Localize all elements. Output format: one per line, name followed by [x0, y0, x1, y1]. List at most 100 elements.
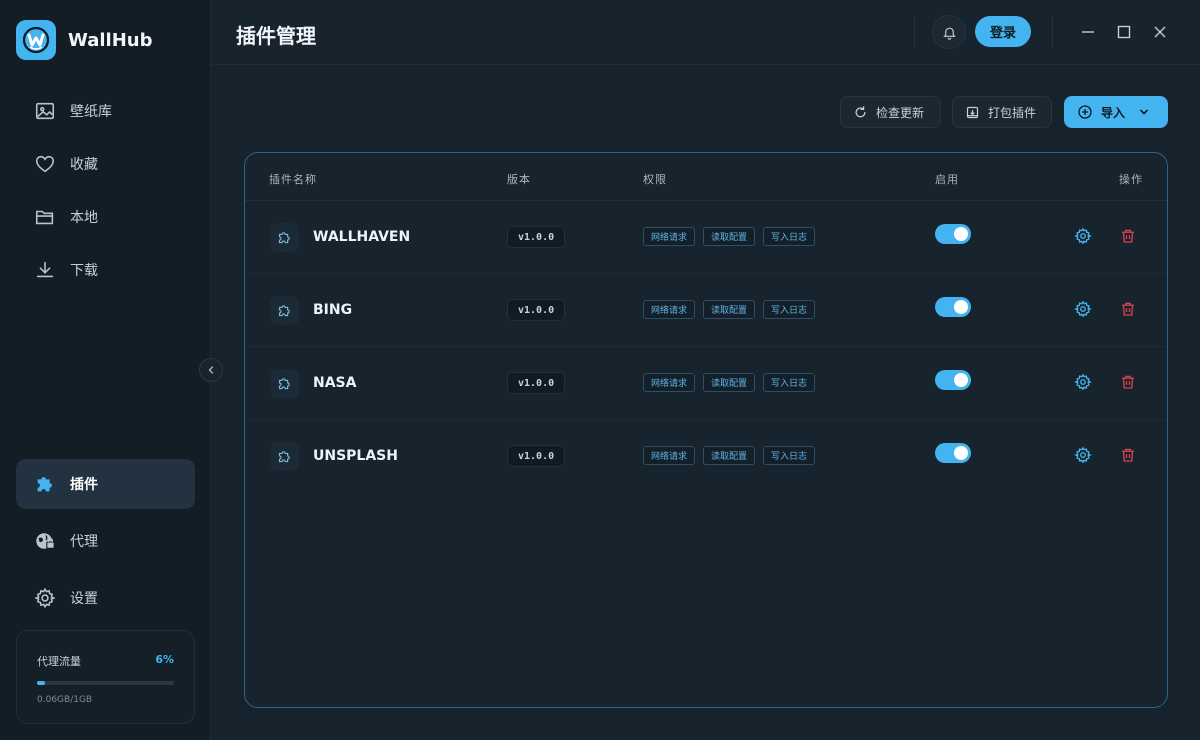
sidebar-item-wallpapers[interactable]: 壁纸库	[16, 86, 195, 136]
sidebar-item-label: 收藏	[70, 157, 98, 173]
permission-tag: 网络请求	[643, 300, 696, 319]
download-icon	[36, 261, 54, 278]
permission-tag: 写入日志	[763, 227, 816, 246]
sidebar-item-settings[interactable]: 设置	[16, 573, 195, 623]
sidebar-item-label: 插件	[70, 477, 98, 493]
notifications-button[interactable]	[932, 15, 966, 49]
permission-tag: 读取配置	[703, 446, 756, 465]
traffic-label: 代理流量	[37, 655, 81, 668]
toolbar: 检查更新 打包插件 导入	[211, 96, 1200, 128]
permission-tag: 读取配置	[703, 227, 756, 246]
plugin-name: WALLHAVEN	[313, 229, 411, 245]
check-update-label: 检查更新	[876, 105, 925, 120]
plugin-icon	[270, 223, 299, 252]
maximize-button[interactable]	[1114, 22, 1134, 42]
column-header-name: 插件名称	[269, 173, 317, 186]
plugin-version: v1.0.0	[507, 445, 566, 467]
toggle-knob	[954, 373, 968, 387]
sidebar-item-plugins[interactable]: 插件	[16, 459, 195, 509]
close-button[interactable]	[1150, 22, 1170, 42]
permission-tag: 网络请求	[643, 227, 696, 246]
toggle-knob	[954, 300, 968, 314]
sidebar-item-label: 本地	[70, 210, 98, 226]
permissions-list: 网络请求 读取配置 写入日志	[643, 227, 816, 246]
main-content: 插件管理 登录 检查更新 打包插件 导入 插件名称 版本 权限 启用 操作 WA…	[211, 0, 1200, 740]
table-header: 插件名称 版本 权限 启用 操作	[245, 153, 1167, 201]
trash-icon[interactable]	[1119, 446, 1137, 464]
puzzle-icon	[37, 477, 52, 492]
plugin-version: v1.0.0	[507, 226, 566, 248]
enable-toggle[interactable]	[935, 370, 971, 390]
proxy-traffic-card: 代理流量 6% 0.06GB/1GB	[16, 630, 195, 724]
globe-lock-icon	[36, 533, 55, 549]
settings-gear-icon[interactable]	[1074, 446, 1092, 464]
page-title: 插件管理	[236, 24, 316, 48]
chevron-left-icon	[208, 366, 214, 374]
permission-tag: 写入日志	[763, 373, 816, 392]
traffic-progress-bar	[37, 681, 174, 685]
table-row: NASA v1.0.0 网络请求 读取配置 写入日志	[245, 347, 1167, 420]
folder-icon	[35, 210, 54, 225]
sidebar-item-local[interactable]: 本地	[16, 192, 195, 242]
puzzle-icon	[278, 378, 290, 390]
wallhub-logo-icon	[16, 20, 56, 60]
enable-toggle[interactable]	[935, 297, 971, 317]
toggle-knob	[954, 446, 968, 460]
gear-icon	[34, 587, 56, 609]
sidebar-bottom-nav: 插件 代理 设置	[16, 459, 195, 630]
sidebar-item-proxy[interactable]: 代理	[16, 516, 195, 566]
enable-toggle[interactable]	[935, 224, 971, 244]
archive-icon	[966, 106, 979, 118]
puzzle-icon	[278, 305, 290, 317]
import-button[interactable]: 导入	[1064, 96, 1168, 128]
table-row: UNSPLASH v1.0.0 网络请求 读取配置 写入日志	[245, 420, 1167, 493]
permission-tag: 网络请求	[643, 373, 696, 392]
trash-icon[interactable]	[1119, 227, 1137, 245]
close-icon	[1154, 26, 1166, 38]
permissions-list: 网络请求 读取配置 写入日志	[643, 373, 816, 392]
traffic-percent: 6%	[155, 653, 174, 666]
collapse-sidebar-button[interactable]	[199, 358, 223, 382]
pack-plugin-button[interactable]: 打包插件	[952, 96, 1052, 128]
column-header-version: 版本	[507, 173, 531, 186]
table-row: WALLHAVEN v1.0.0 网络请求 读取配置 写入日志	[245, 201, 1167, 274]
sidebar: WallHub 壁纸库 收藏 本地 下载 插件 代理 设置 代理流量 6% 0.…	[0, 0, 211, 740]
top-bar: 插件管理 登录	[211, 0, 1200, 65]
minimize-icon	[1082, 31, 1094, 33]
plugin-version: v1.0.0	[507, 299, 566, 321]
plugins-table: 插件名称 版本 权限 启用 操作 WALLHAVEN v1.0.0 网络请求 读…	[244, 152, 1168, 708]
plugin-icon	[270, 369, 299, 398]
enable-toggle[interactable]	[935, 443, 971, 463]
sidebar-nav: 壁纸库 收藏 本地 下载	[16, 86, 195, 298]
settings-gear-icon[interactable]	[1074, 300, 1092, 318]
table-row: BING v1.0.0 网络请求 读取配置 写入日志	[245, 274, 1167, 347]
plugin-version: v1.0.0	[507, 372, 566, 394]
sidebar-item-downloads[interactable]: 下载	[16, 245, 195, 295]
column-header-actions: 操作	[1119, 173, 1143, 186]
settings-gear-icon[interactable]	[1074, 227, 1092, 245]
permissions-list: 网络请求 读取配置 写入日志	[643, 446, 816, 465]
sidebar-item-favorites[interactable]: 收藏	[16, 139, 195, 189]
divider	[1052, 18, 1053, 48]
settings-gear-icon[interactable]	[1074, 373, 1092, 391]
check-update-button[interactable]: 检查更新	[840, 96, 941, 128]
column-header-enabled: 启用	[935, 173, 959, 186]
login-button[interactable]: 登录	[975, 16, 1031, 47]
toggle-knob	[954, 227, 968, 241]
sidebar-item-label: 代理	[70, 534, 98, 550]
plugin-icon	[270, 296, 299, 325]
permissions-list: 网络请求 读取配置 写入日志	[643, 300, 816, 319]
permission-tag: 读取配置	[703, 373, 756, 392]
heart-icon	[35, 155, 55, 173]
chevron-down-icon	[1140, 109, 1148, 115]
column-header-permissions: 权限	[643, 173, 667, 186]
trash-icon[interactable]	[1119, 300, 1137, 318]
plugin-name: NASA	[313, 375, 357, 391]
sidebar-item-label: 壁纸库	[70, 104, 112, 120]
traffic-used: 0.06GB/1GB	[37, 695, 93, 705]
permission-tag: 网络请求	[643, 446, 696, 465]
trash-icon[interactable]	[1119, 373, 1137, 391]
sidebar-item-label: 下载	[70, 263, 98, 279]
minimize-button[interactable]	[1078, 22, 1098, 42]
puzzle-icon	[278, 232, 290, 244]
